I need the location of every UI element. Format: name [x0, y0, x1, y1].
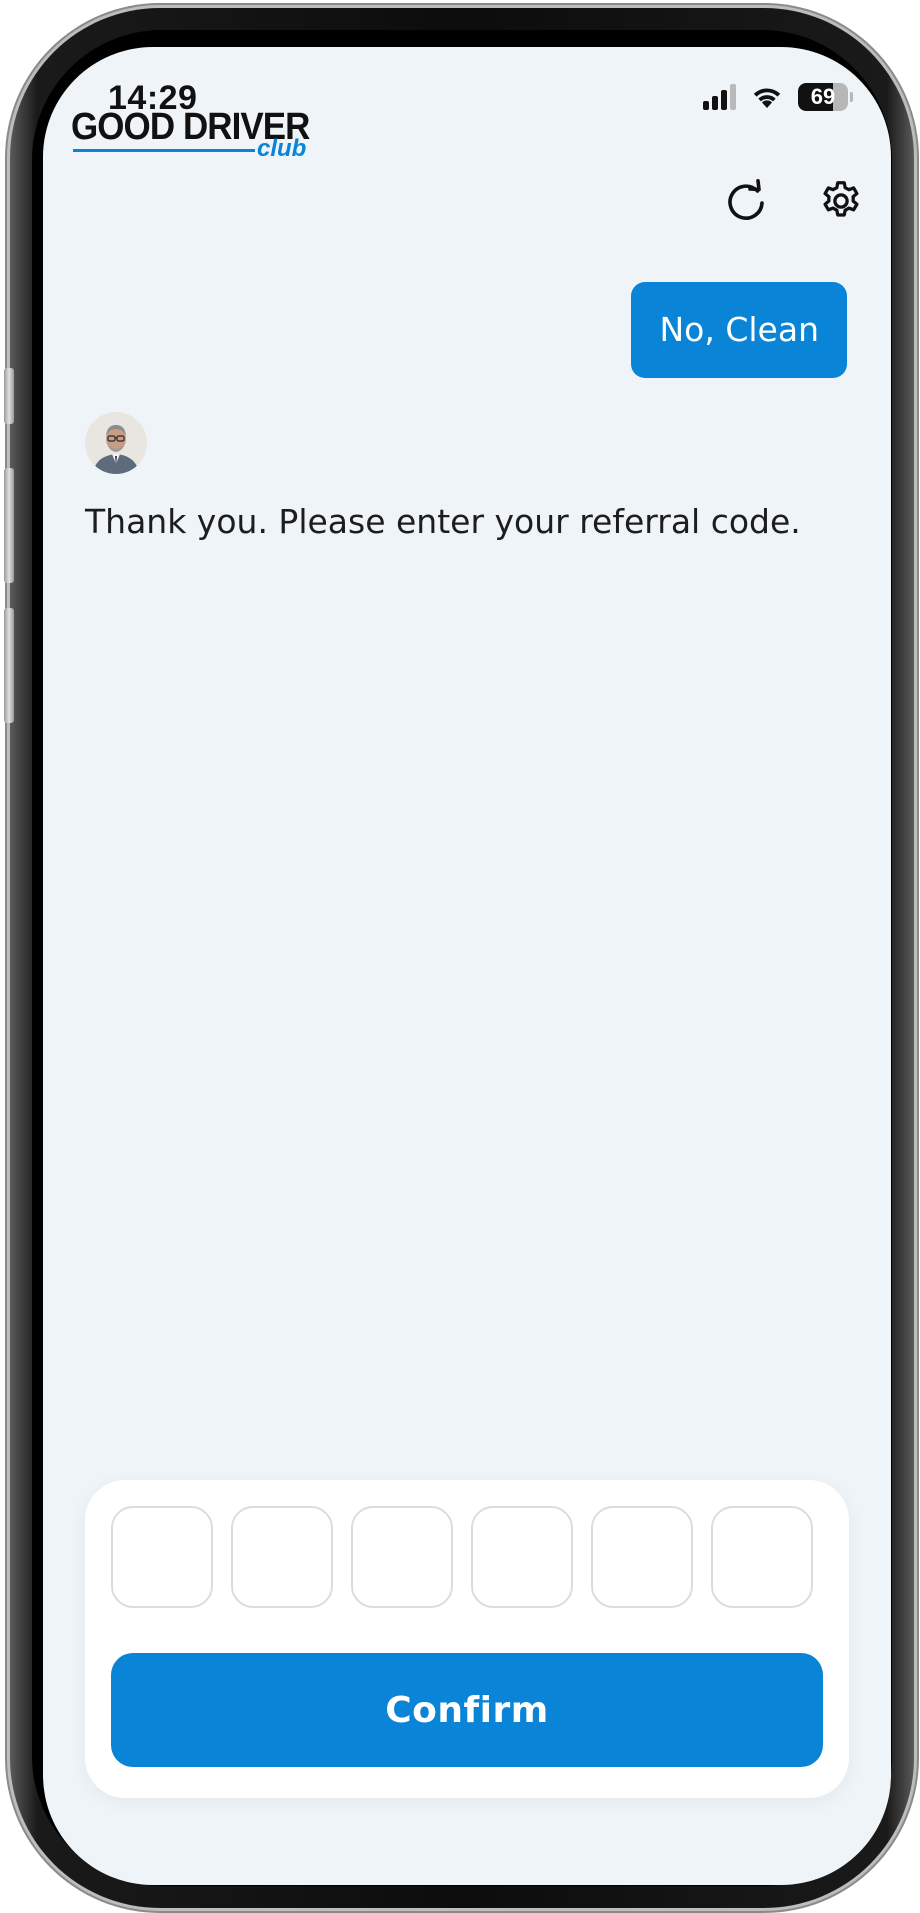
settings-button[interactable] — [811, 171, 871, 231]
code-digit-3[interactable] — [351, 1506, 453, 1608]
logo-subword: club — [257, 135, 307, 162]
battery-icon: 69 — [798, 83, 848, 111]
assistant-avatar — [85, 412, 147, 474]
user-reply-bubble: No, Clean — [631, 282, 847, 378]
refresh-button[interactable] — [716, 171, 776, 231]
battery-percent: 69 — [810, 84, 836, 109]
code-digit-6[interactable] — [711, 1506, 813, 1608]
code-digit-4[interactable] — [471, 1506, 573, 1608]
code-digit-5[interactable] — [591, 1506, 693, 1608]
code-digit-1[interactable] — [111, 1506, 213, 1608]
wifi-icon — [753, 88, 781, 108]
assistant-avatar-image — [85, 412, 147, 474]
action-button — [4, 368, 14, 424]
assistant-message: Thank you. Please enter your referral co… — [85, 502, 801, 541]
referral-code-card: Confirm — [85, 1480, 849, 1798]
volume-up-button — [4, 468, 14, 583]
battery-nub — [850, 92, 853, 102]
good-driver-club-logo: GOOD DRIVER club — [71, 107, 311, 177]
gear-icon — [823, 181, 859, 217]
logo-underline — [73, 149, 255, 152]
device-mockup: 14:29 69 GOOD DRIVER club No, Clean Than… — [0, 0, 920, 1913]
volume-down-button — [4, 608, 14, 723]
referral-code-inputs — [111, 1506, 813, 1608]
cellular-signal-icon — [703, 84, 736, 110]
status-icons: 69 — [703, 83, 853, 111]
confirm-button[interactable]: Confirm — [111, 1653, 823, 1767]
app-screen: 14:29 69 GOOD DRIVER club No, Clean Than… — [43, 47, 891, 1885]
refresh-icon — [728, 179, 764, 220]
code-digit-2[interactable] — [231, 1506, 333, 1608]
